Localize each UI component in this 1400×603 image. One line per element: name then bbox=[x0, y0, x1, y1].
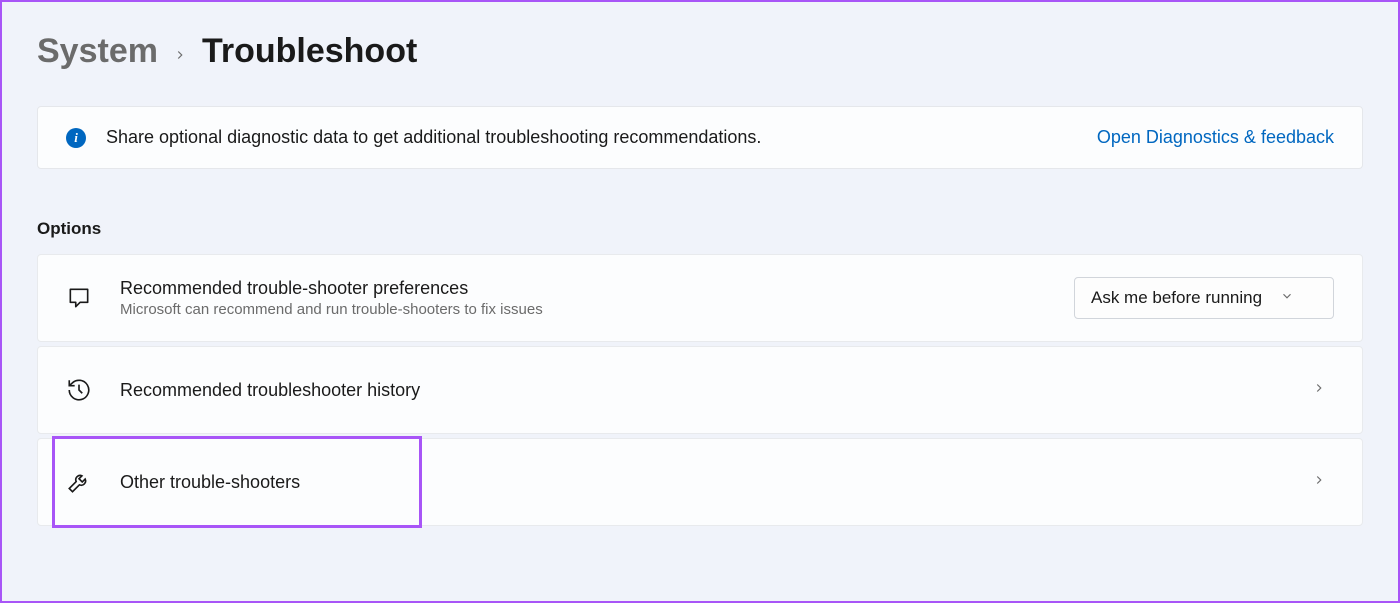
option-title: Other trouble-shooters bbox=[120, 472, 1284, 493]
option-content: Other trouble-shooters bbox=[120, 472, 1284, 493]
option-preferences[interactable]: Recommended trouble-shooter preferences … bbox=[37, 254, 1363, 342]
options-heading: Options bbox=[37, 219, 1363, 239]
history-icon bbox=[66, 377, 92, 403]
comment-icon bbox=[66, 285, 92, 311]
option-history[interactable]: Recommended troubleshooter history bbox=[37, 346, 1363, 434]
breadcrumb: System Troubleshoot bbox=[37, 32, 1363, 71]
breadcrumb-parent[interactable]: System bbox=[37, 32, 158, 71]
option-content: Recommended troubleshooter history bbox=[120, 380, 1284, 401]
chevron-down-icon bbox=[1280, 288, 1294, 308]
info-banner: i Share optional diagnostic data to get … bbox=[37, 106, 1363, 169]
option-content: Recommended trouble-shooter preferences … bbox=[120, 278, 1046, 318]
option-subtitle: Microsoft can recommend and run trouble-… bbox=[120, 301, 1046, 318]
option-title: Recommended troubleshooter history bbox=[120, 380, 1284, 401]
option-title: Recommended trouble-shooter preferences bbox=[120, 278, 1046, 299]
chevron-right-icon bbox=[1312, 381, 1326, 400]
diagnostics-feedback-link[interactable]: Open Diagnostics & feedback bbox=[1097, 127, 1334, 148]
chevron-right-icon bbox=[1312, 473, 1326, 492]
page-title: Troubleshoot bbox=[202, 32, 417, 71]
info-icon: i bbox=[66, 128, 86, 148]
info-banner-text: Share optional diagnostic data to get ad… bbox=[106, 127, 1077, 148]
wrench-icon bbox=[66, 469, 92, 495]
option-other-troubleshooters[interactable]: Other trouble-shooters bbox=[37, 438, 1363, 526]
chevron-right-icon bbox=[173, 42, 187, 68]
preferences-dropdown[interactable]: Ask me before running bbox=[1074, 277, 1334, 319]
dropdown-selected-value: Ask me before running bbox=[1091, 288, 1262, 308]
